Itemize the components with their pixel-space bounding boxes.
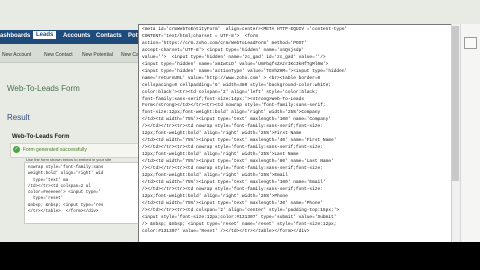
tab-contacts[interactable]: Contacts [96,33,122,39]
tab-dashboards[interactable]: ashboards [0,33,30,39]
tab-leads[interactable]: Leads [33,31,57,39]
new-account-link[interactable]: New Account [2,52,31,58]
result-heading: Result [7,113,30,122]
check-icon: ✓ [13,146,20,153]
tab-potentials[interactable]: Pot [128,33,138,39]
new-contact-link[interactable]: New Contact [44,52,73,58]
new-case-link[interactable]: New Ca [121,52,139,58]
app-window: ashboards Leads Accounts Contacts Pot Ne… [0,0,480,270]
page-title: Web-To-Leads Form [7,84,80,93]
panel-button[interactable] [464,37,477,49]
success-message: Form generated successfully [23,147,87,153]
section-title: Web-To-Leads Form [12,134,70,140]
code-textarea-text: nowrap style='font-family:sans weight:bo… [28,166,104,215]
right-panel [460,24,480,242]
letterbox-bar [0,242,480,270]
tab-accounts[interactable]: Accounts [63,33,90,39]
popup-scroll-thumb[interactable] [452,26,459,181]
popup-code-text: <meta id='crmWebToEntityForm' align=cent… [142,27,348,234]
new-potential-link[interactable]: New Potential [82,52,113,58]
